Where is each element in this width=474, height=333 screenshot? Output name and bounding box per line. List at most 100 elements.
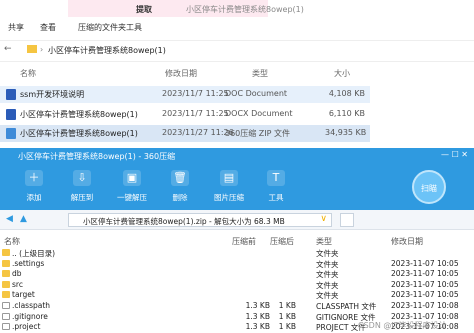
- zip-cell-type: 文件夹: [316, 270, 339, 280]
- image-icon: ▤: [220, 170, 238, 186]
- zip-cell-name: target: [12, 290, 35, 300]
- file-row[interactable]: 小区停车计费管理系统8owep(1) 2023/11/7 11:25 DOCX …: [0, 106, 370, 123]
- file-date: 2023/11/27 11:26: [162, 128, 234, 137]
- file-name: ssm开发环境说明: [20, 90, 85, 99]
- zip-table-row[interactable]: .classpath 1.3 KB 1 KB CLASSPATH 文件 2023-11-…: [0, 301, 474, 312]
- tools-icon: T: [267, 170, 285, 186]
- zip-cell-date: 2023-11-07 10:08: [391, 301, 459, 310]
- folder-icon: [2, 280, 10, 288]
- file-size: 6,110 KB: [328, 109, 365, 118]
- breadcrumb-separator: ›: [40, 45, 44, 54]
- file-date: 2023/11/7 11:25: [162, 89, 229, 98]
- zip-cell-date: 2023-11-07 10:05: [391, 290, 459, 300]
- zip-cell-type: 文件夹: [316, 280, 339, 290]
- zip-cell-date: 2023-11-07 10:05: [391, 269, 459, 279]
- column-type[interactable]: 类型: [252, 68, 268, 79]
- folder-icon: [2, 259, 10, 267]
- column-date[interactable]: 修改日期: [165, 68, 197, 79]
- folder-icon: [2, 270, 10, 278]
- tab-compressed-tools[interactable]: 压缩的文件夹工具: [78, 22, 142, 33]
- image-compress-button[interactable]: ▤ 图片压缩: [205, 164, 253, 210]
- zip-path-input[interactable]: 小区停车计费管理系统8owep(1).zip - 解包大小为 68.3 MB ∨: [68, 213, 332, 227]
- tab-extract[interactable]: 提取: [136, 4, 152, 15]
- tools-label: 工具: [268, 193, 284, 202]
- zip-cell-date: 2023-11-07 10:05: [391, 258, 459, 268]
- back-icon[interactable]: ◀: [6, 214, 13, 224]
- zip-table-row[interactable]: target 文件夹 2023-11-07 10:05: [0, 290, 474, 301]
- zip-path-text: 小区停车计费管理系统8owep(1).zip - 解包大小为 68.3 MB: [83, 217, 285, 226]
- zcol-date[interactable]: 修改日期: [391, 236, 423, 247]
- add-label: 添加: [26, 193, 42, 202]
- zip-titlebar: 小区停车计费管理系统8owep(1) - 360压缩 — ☐ ✕: [0, 148, 474, 164]
- zip-cell-after: 1 KB: [278, 301, 296, 310]
- zip-cell-type: 文件夹: [316, 259, 339, 269]
- zip-cell-name: src: [12, 279, 23, 289]
- file-name: 小区停车计费管理系统8owep(1): [20, 129, 138, 138]
- image-compress-label: 图片压缩: [214, 193, 244, 202]
- zcol-type[interactable]: 类型: [316, 236, 332, 247]
- zcol-name[interactable]: 名称: [4, 236, 20, 247]
- delete-label: 删除: [172, 193, 188, 202]
- tools-button[interactable]: T 工具: [252, 164, 300, 210]
- search-button[interactable]: [340, 213, 354, 227]
- window-controls[interactable]: — ☐ ✕: [441, 150, 468, 159]
- extract-to-button[interactable]: ⇩ 解压到: [58, 164, 106, 210]
- dropdown-icon[interactable]: ∨: [320, 214, 327, 224]
- zip-cell-name: .gitignore: [12, 311, 48, 321]
- zcol-before[interactable]: 压缩前: [232, 236, 256, 247]
- folder-icon: [2, 291, 10, 299]
- window-title: 小区停车计费管理系统8owep(1): [186, 5, 304, 14]
- screen: 提取 小区停车计费管理系统8owep(1) 共享 查看 压缩的文件夹工具 ← ›…: [0, 0, 474, 333]
- column-name[interactable]: 名称: [20, 68, 36, 79]
- zcol-after[interactable]: 压缩后: [270, 236, 294, 247]
- breadcrumb-path[interactable]: 小区停车计费管理系统8owep(1): [48, 45, 166, 56]
- zip-cell-type: 文件夹: [316, 291, 339, 301]
- zip-cell-after: 1 KB: [278, 311, 296, 321]
- file-date: 2023/11/7 11:25: [162, 109, 229, 118]
- quick-extract-icon: ▣: [123, 170, 141, 186]
- file-type: DOCX Document: [225, 109, 293, 118]
- word-icon: [6, 109, 16, 120]
- add-button[interactable]: ＋ 添加: [10, 164, 58, 210]
- delete-button[interactable]: 🗑 删除: [156, 164, 204, 210]
- zip-toolbar: ＋ 添加 ⇩ 解压到 ▣ 一键解压 🗑 删除 ▤ 图片压缩 T 工具: [0, 164, 474, 210]
- file-icon: [2, 323, 10, 331]
- zip-table-row[interactable]: src 文件夹 2023-11-07 10:05: [0, 280, 474, 291]
- folder-icon: [2, 249, 10, 256]
- up-folder-icon[interactable]: ▲: [20, 214, 27, 224]
- scan-button[interactable]: 扫瞄: [412, 170, 446, 204]
- zip-column-header: 名称 压缩前 压缩后 类型 修改日期: [0, 234, 474, 246]
- zip-cell-date: 2023-11-07 10:05: [391, 279, 459, 289]
- one-click-extract-button[interactable]: ▣ 一键解压: [108, 164, 156, 210]
- file-type: DOC Document: [225, 89, 288, 98]
- zip-cell-name: .settings: [12, 258, 45, 268]
- word-icon: [6, 89, 16, 100]
- zip-cell-name: .classpath: [12, 301, 51, 310]
- trash-icon: 🗑: [171, 170, 189, 186]
- file-row[interactable]: ssm开发环境说明 2023/11/7 11:25 DOC Document 4…: [0, 86, 370, 103]
- zip-cell-name: .project: [12, 322, 41, 332]
- zip-table-row[interactable]: .settings 文件夹 2023-11-07 10:05: [0, 259, 474, 270]
- file-icon: [2, 312, 10, 320]
- watermark: CSDN @IT毕设程序设计: [358, 321, 447, 330]
- zip-table-row[interactable]: .. (上级目录) 文件夹: [0, 248, 474, 259]
- file-row-selected[interactable]: 小区停车计费管理系统8owep(1) 2023/11/27 11:26 360压…: [0, 125, 370, 142]
- zip-cell-type: CLASSPATH 文件: [316, 302, 377, 311]
- extract-icon: ⇩: [73, 170, 91, 186]
- file-size: 34,935 KB: [325, 128, 367, 137]
- tab-share[interactable]: 共享: [8, 22, 24, 33]
- extract-label: 解压到: [70, 193, 94, 202]
- add-icon: ＋: [25, 170, 43, 186]
- file-name: 小区停车计费管理系统8owep(1): [20, 110, 138, 119]
- back-arrow-icon[interactable]: ←: [4, 44, 12, 54]
- column-size[interactable]: 大小: [334, 68, 350, 79]
- file-size: 4,108 KB: [328, 89, 365, 98]
- zip-window-title: 小区停车计费管理系统8owep(1) - 360压缩: [18, 152, 176, 161]
- quick-extract-label: 一键解压: [117, 193, 147, 202]
- tab-view[interactable]: 查看: [40, 22, 56, 33]
- file-icon: [2, 302, 10, 309]
- zip-cell-after: 1 KB: [278, 322, 296, 332]
- zip-cell-type: 文件夹: [316, 249, 339, 258]
- folder-icon: [27, 45, 37, 53]
- zip-table-row[interactable]: db 文件夹 2023-11-07 10:05: [0, 269, 474, 280]
